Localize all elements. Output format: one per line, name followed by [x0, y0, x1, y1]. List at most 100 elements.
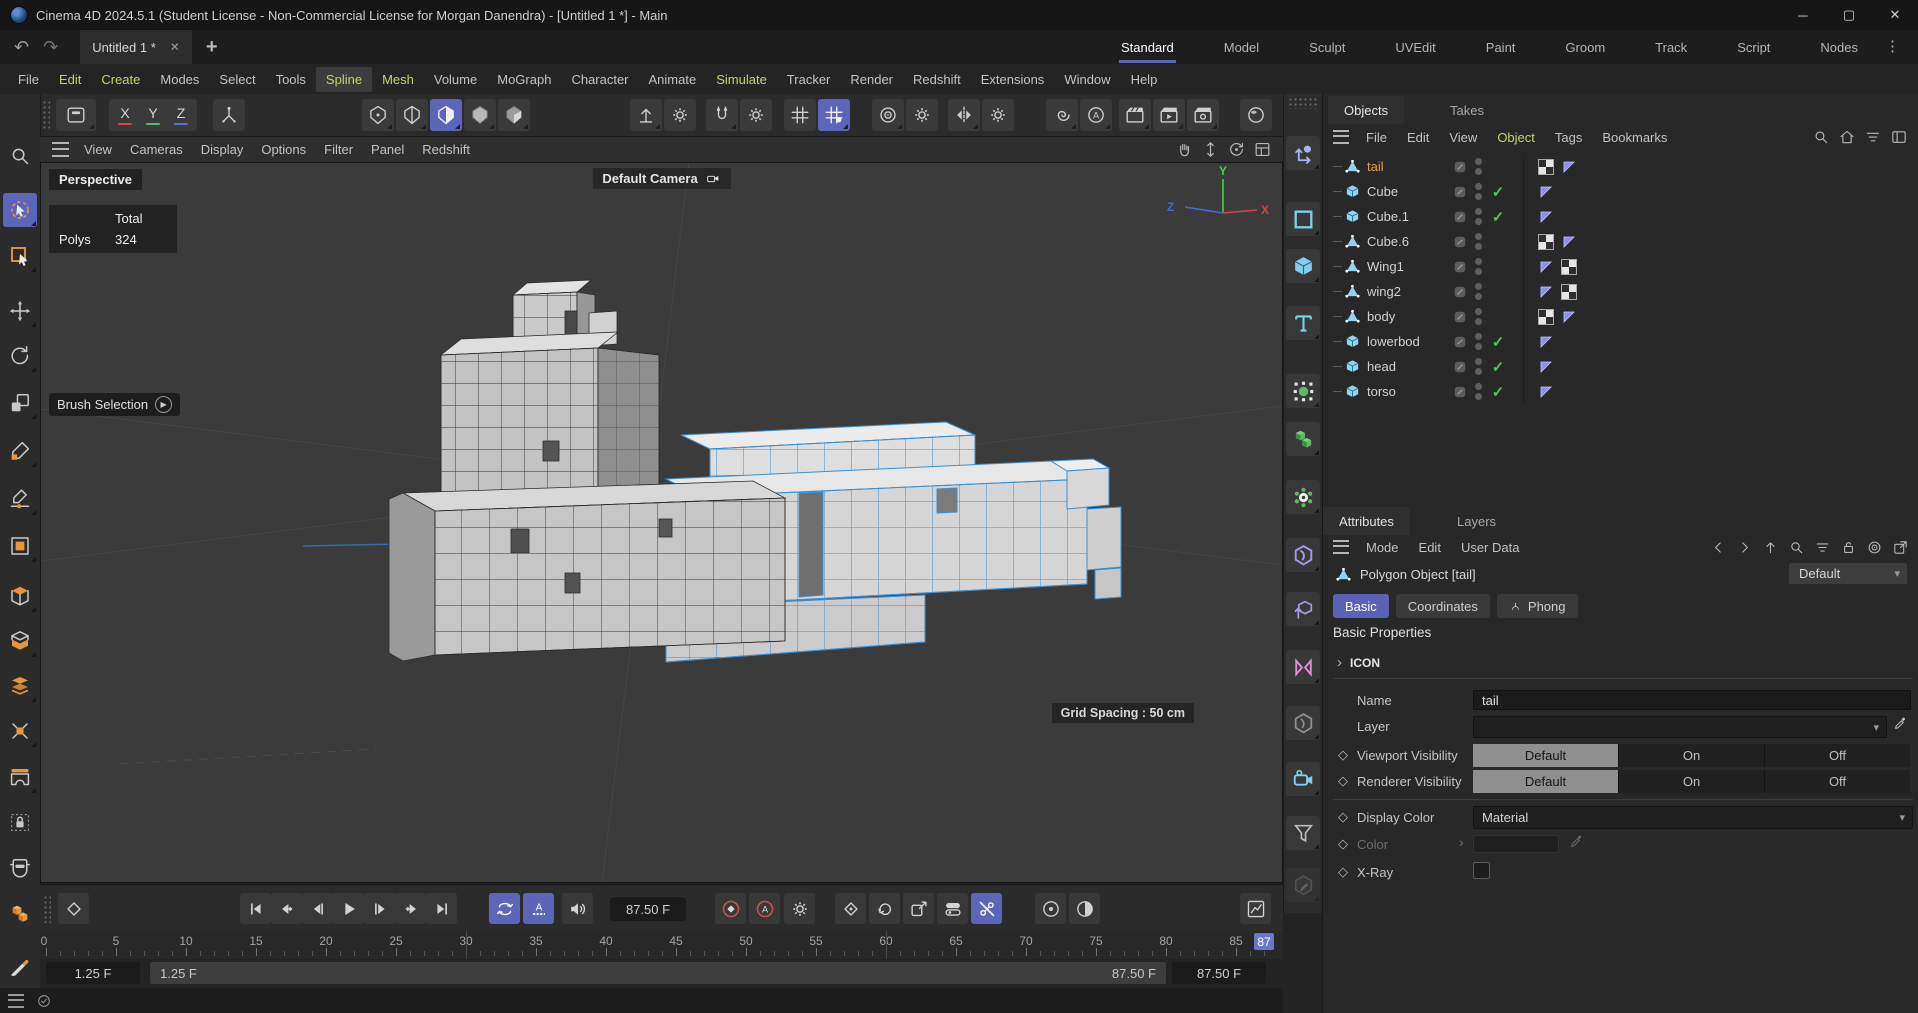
voxel-tool-button[interactable] [1286, 422, 1320, 456]
object-row-Cube.6[interactable]: Cube.6 [1323, 229, 1918, 254]
render-view-button[interactable] [1119, 99, 1151, 131]
render-check-icon[interactable]: ✓ [1489, 383, 1507, 401]
renderer-visibility-option-off[interactable]: Off [1765, 770, 1910, 793]
range-start-field[interactable]: 1.25 F [46, 962, 140, 984]
key-diamond-icon[interactable]: ◇ [1335, 747, 1351, 763]
edit-toggle[interactable] [1453, 210, 1467, 224]
menu-mograph[interactable]: MoGraph [487, 67, 561, 92]
visibility-dots[interactable] [1475, 233, 1482, 250]
selection-tag[interactable] [1538, 359, 1554, 375]
visibility-dots[interactable] [1475, 208, 1482, 225]
selection-tag[interactable] [1538, 184, 1554, 200]
key-diamond-icon[interactable]: ◇ [1335, 773, 1351, 789]
spiral-button[interactable] [1046, 99, 1078, 131]
viewport-visibility-option-default[interactable]: Default [1473, 744, 1618, 767]
rectangle-tool-button[interactable] [1286, 202, 1320, 236]
object-menu-bookmarks[interactable]: Bookmarks [1593, 127, 1676, 148]
viewport-scene[interactable]: Y Z X [41, 163, 1282, 882]
menu-modes[interactable]: Modes [150, 67, 209, 92]
playhead[interactable]: 87 [1254, 933, 1274, 950]
gear-button[interactable] [664, 99, 696, 131]
visibility-dots[interactable] [1475, 283, 1482, 300]
mode-tab-coordinates[interactable]: Coordinates [1396, 594, 1490, 618]
middle-toolbar-grip[interactable] [1288, 97, 1318, 109]
tab-objects[interactable]: Objects [1328, 96, 1404, 124]
texture-tag[interactable] [1538, 309, 1554, 325]
object-row-wing2[interactable]: wing2 [1323, 279, 1918, 304]
object-name[interactable]: tail [1367, 159, 1445, 174]
bridge-tool-button[interactable] [3, 760, 37, 794]
selection-tag[interactable] [1538, 284, 1554, 300]
pan-hand-button[interactable] [1173, 139, 1195, 161]
voxel-blocks-tool-button[interactable] [3, 897, 37, 931]
selection-tag[interactable] [1561, 234, 1577, 250]
layout-tab-model[interactable]: Model [1222, 32, 1261, 63]
camera-label[interactable]: Default Camera [592, 168, 730, 189]
visibility-dots[interactable] [1475, 183, 1482, 200]
layout-tab-standard[interactable]: Standard [1119, 32, 1176, 63]
tab-attributes[interactable]: Attributes [1323, 507, 1410, 535]
viewport-menu-view[interactable]: View [75, 139, 121, 160]
visibility-dots[interactable] [1475, 333, 1482, 350]
menu-simulate[interactable]: Simulate [706, 67, 777, 92]
render-sphere-button[interactable] [1240, 99, 1272, 131]
next-key-button[interactable] [395, 893, 426, 924]
filter-button[interactable] [1862, 126, 1883, 147]
target-button[interactable] [872, 99, 904, 131]
selection-tag[interactable] [1538, 334, 1554, 350]
current-frame-field[interactable]: 87.50 F [610, 897, 686, 921]
welding-mask-tool-button[interactable] [3, 851, 37, 885]
volume-tool-button[interactable] [1286, 706, 1320, 740]
menu-spline[interactable]: Spline [316, 67, 372, 92]
document-tab[interactable]: Untitled 1 * ✕ [80, 30, 192, 64]
attribute-menu-mode[interactable]: Mode [1357, 537, 1408, 558]
move-up-button[interactable] [630, 99, 662, 131]
pill-toggle-button[interactable] [937, 893, 968, 924]
axis-tool-button[interactable] [213, 99, 245, 131]
object-menu-view[interactable]: View [1440, 127, 1486, 148]
panel-icon-button[interactable] [1888, 126, 1909, 147]
panel-hamburger-icon[interactable] [1333, 130, 1349, 144]
panel-hamburger-icon[interactable] [1333, 540, 1349, 554]
rectangle-selection-tool-button[interactable] [3, 239, 37, 273]
redo-icon[interactable]: ↷ [43, 37, 58, 58]
menu-mesh[interactable]: Mesh [372, 67, 424, 92]
menu-select[interactable]: Select [209, 67, 265, 92]
viewport-visibility-option-on[interactable]: On [1619, 744, 1764, 767]
edit-toggle[interactable] [1453, 335, 1467, 349]
next-frame-button[interactable] [364, 893, 395, 924]
viewport-menu-cameras[interactable]: Cameras [121, 139, 192, 160]
frame-view-button[interactable] [1251, 139, 1273, 161]
edit-toggle[interactable] [1453, 360, 1467, 374]
viewport-menu-options[interactable]: Options [252, 139, 315, 160]
render-check-icon[interactable]: ✓ [1489, 358, 1507, 376]
viewport-menu-display[interactable]: Display [192, 139, 253, 160]
extrude-cube-tool-button[interactable] [3, 714, 37, 748]
key-diamond-icon[interactable]: ◇ [1335, 864, 1351, 880]
menu-window[interactable]: Window [1054, 67, 1120, 92]
cube-top-tool-button[interactable] [3, 579, 37, 613]
magnet-button[interactable] [706, 99, 738, 131]
selection-tag[interactable] [1561, 309, 1577, 325]
gear-button[interactable] [906, 99, 938, 131]
sq-arrow-button[interactable] [903, 893, 934, 924]
popout-button[interactable] [1890, 537, 1911, 558]
loop-button[interactable] [489, 893, 520, 924]
object-name[interactable]: wing2 [1367, 284, 1445, 299]
object-row-Cube[interactable]: Cube✓ [1323, 179, 1918, 204]
minimize-button[interactable]: ─ [1780, 0, 1826, 30]
edit-toggle[interactable] [1453, 185, 1467, 199]
hamburger-icon[interactable] [8, 994, 24, 1008]
mode-tab-phong[interactable]: Phong [1497, 594, 1578, 618]
tab-layers[interactable]: Layers [1441, 507, 1512, 535]
edge-pen-tool-button[interactable] [3, 482, 37, 516]
slab-mesh[interactable] [389, 481, 785, 661]
mode-points-button[interactable] [362, 99, 394, 131]
viewport-hamburger-icon[interactable] [52, 142, 69, 157]
prev-frame-button[interactable] [302, 893, 333, 924]
overflow-menu-icon[interactable]: ⋮ [1885, 37, 1900, 55]
selection-tag[interactable] [1538, 384, 1554, 400]
timeline-ruler[interactable]: 051015202530354045505560657075808587 [40, 931, 1283, 959]
object-row-Cube.1[interactable]: Cube.1✓ [1323, 204, 1918, 229]
range-end-field[interactable]: 87.50 F [1172, 962, 1266, 984]
